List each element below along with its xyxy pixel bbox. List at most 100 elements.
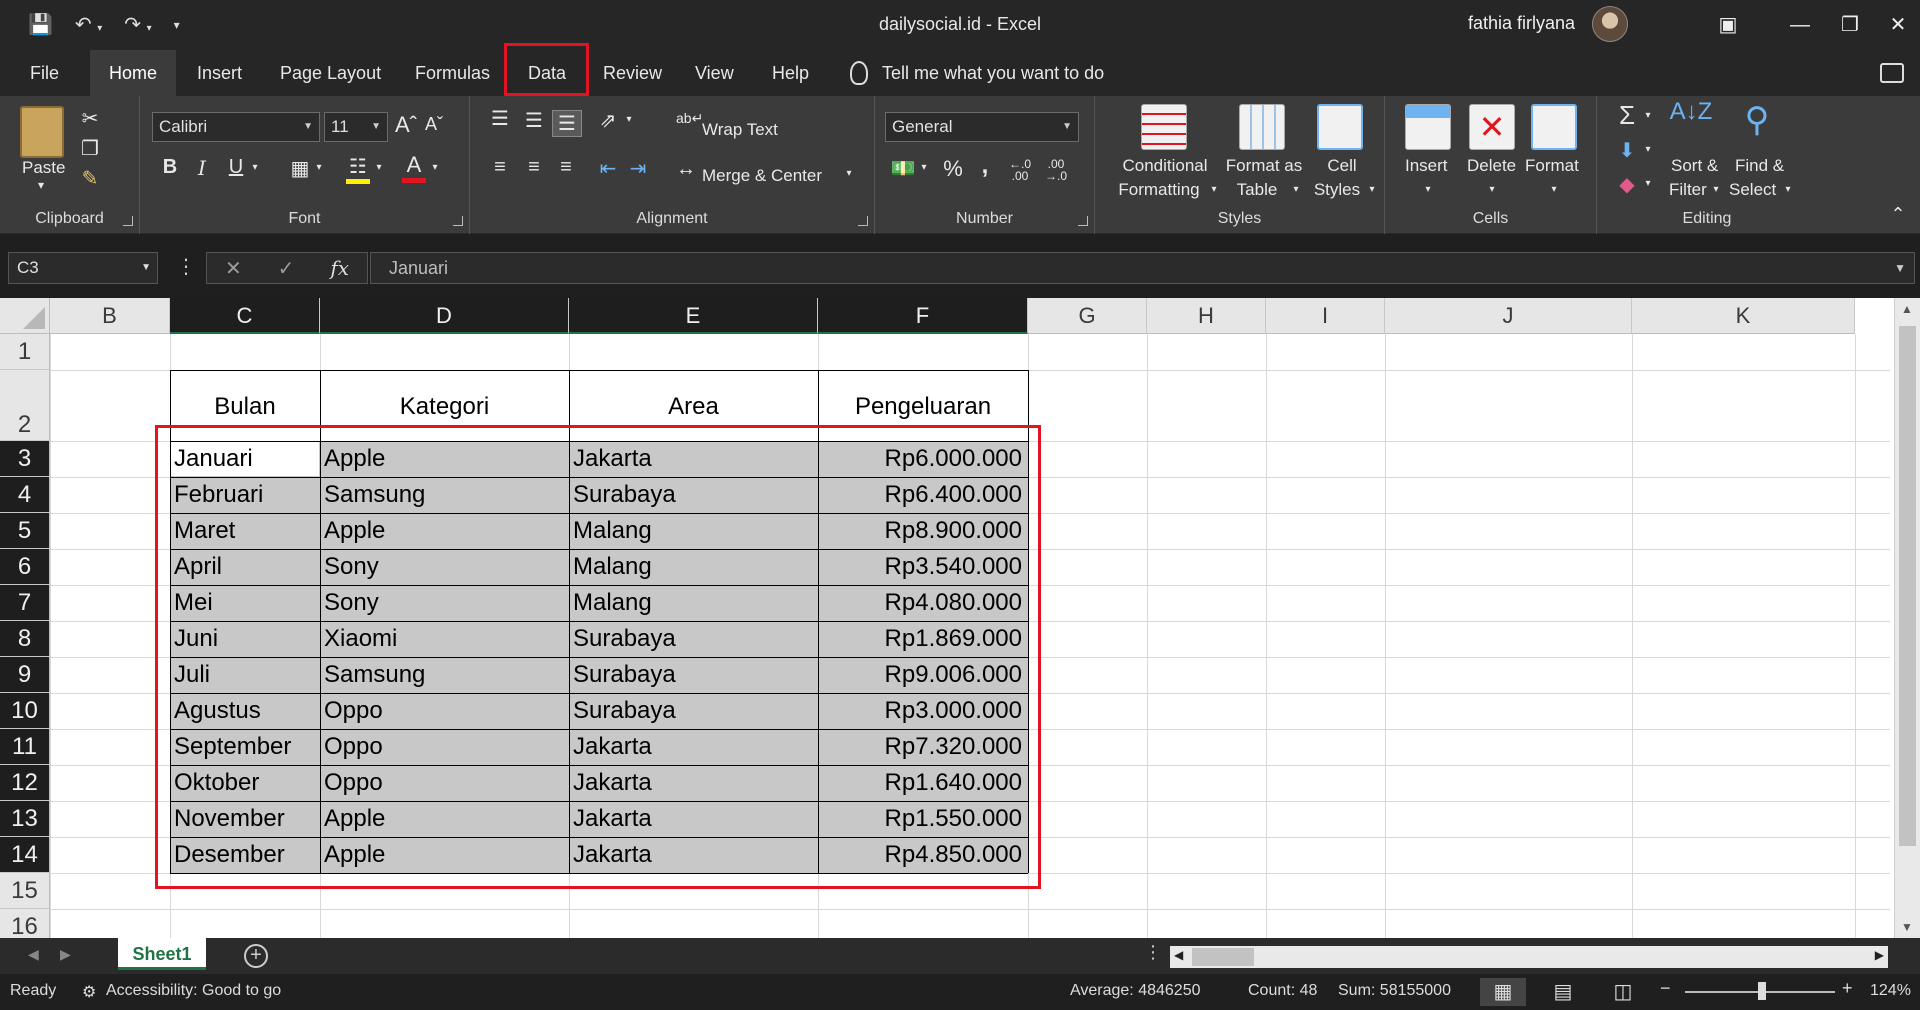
row-header-11[interactable]: 11 — [0, 729, 50, 765]
name-box[interactable]: C3 ▼ — [8, 252, 158, 284]
cell-styles-label-1[interactable]: Cell — [1317, 156, 1367, 176]
find-select-label-2[interactable]: Select — [1729, 180, 1776, 200]
orientation-icon[interactable]: ⇗ — [594, 108, 622, 133]
insert-dropdown-icon[interactable]: ▾ — [1421, 184, 1435, 195]
middle-align-icon[interactable]: ☰ — [520, 108, 548, 133]
fill-icon[interactable]: ⬇ — [1613, 138, 1641, 163]
fill-dropdown-icon[interactable]: ▾ — [372, 162, 386, 173]
merge-center-button[interactable]: Merge & Center — [702, 166, 822, 186]
column-header-h[interactable]: H — [1147, 298, 1266, 334]
autosum-icon[interactable]: Σ — [1613, 100, 1641, 131]
row-header-5[interactable]: 5 — [0, 513, 50, 549]
decrease-indent-icon[interactable]: ⇤ — [594, 156, 622, 181]
font-color-dropdown-icon[interactable]: ▾ — [428, 162, 442, 173]
font-family-select[interactable]: Calibri ▼ — [152, 112, 320, 142]
prev-sheet-icon[interactable]: ◀ — [28, 946, 39, 963]
format-table-dropdown-icon[interactable]: ▾ — [1289, 184, 1303, 195]
clipboard-launcher-icon[interactable] — [123, 216, 133, 226]
close-icon[interactable]: ✕ — [1876, 10, 1920, 40]
cell-styles-label-2[interactable]: Styles — [1309, 180, 1365, 200]
zoom-in-icon[interactable]: + — [1842, 978, 1853, 999]
increase-indent-icon[interactable]: ⇥ — [624, 156, 652, 181]
column-header-k[interactable]: K — [1632, 298, 1855, 334]
tab-help[interactable]: Help — [762, 50, 819, 96]
comma-style-button[interactable]: , — [975, 152, 995, 180]
scroll-right-icon[interactable]: ▶ — [1875, 948, 1884, 962]
row-header-1[interactable]: 1 — [0, 334, 50, 370]
tab-insert[interactable]: Insert — [187, 50, 252, 96]
table-header-cell[interactable]: Bulan — [170, 390, 320, 424]
table-header-cell[interactable]: Pengeluaran — [818, 390, 1028, 424]
restore-icon[interactable]: ❐ — [1828, 10, 1872, 40]
bold-button[interactable]: B — [158, 156, 182, 179]
next-sheet-icon[interactable]: ▶ — [60, 946, 71, 963]
row-header-3[interactable]: 3 — [0, 441, 50, 477]
sort-dropdown-icon[interactable]: ▾ — [1709, 184, 1723, 195]
cell-styles-dropdown-icon[interactable]: ▾ — [1365, 184, 1379, 195]
worksheet-grid[interactable]: BCDEFGHIJK 1 2 3 4 5 6 7 8 9 10 11 12 13 14 15 16 Bulan… — [0, 298, 1920, 938]
number-launcher-icon[interactable] — [1078, 216, 1088, 226]
ribbon-display-icon[interactable]: ▣ — [1706, 10, 1750, 40]
scroll-down-icon[interactable]: ▼ — [1901, 920, 1913, 934]
zoom-slider-thumb[interactable] — [1758, 982, 1766, 1000]
number-format-select[interactable]: General ▼ — [885, 112, 1079, 142]
add-sheet-icon[interactable]: + — [244, 944, 268, 968]
accounting-format-icon[interactable]: 💵 — [889, 156, 917, 181]
zoom-out-icon[interactable]: − — [1660, 978, 1671, 999]
column-header-e[interactable]: E — [569, 298, 818, 334]
normal-view-icon[interactable]: ▦ — [1480, 978, 1526, 1006]
avatar[interactable] — [1592, 6, 1628, 42]
clear-dropdown-icon[interactable]: ▾ — [1641, 178, 1655, 189]
row-header-16[interactable]: 16 — [0, 909, 50, 938]
find-select-label-1[interactable]: Find & — [1735, 156, 1784, 176]
alignment-launcher-icon[interactable] — [858, 216, 868, 226]
insert-function-icon[interactable]: fx — [330, 256, 349, 280]
column-header-g[interactable]: G — [1028, 298, 1147, 334]
delete-cells-button[interactable]: Delete — [1467, 156, 1516, 176]
clear-icon[interactable]: ◆ — [1613, 172, 1641, 197]
conditional-formatting-label-2[interactable]: Formatting — [1109, 180, 1209, 200]
shrink-font-icon[interactable]: Aˇ — [422, 114, 446, 135]
tell-me-search[interactable]: Tell me what you want to do — [850, 50, 1104, 96]
column-header-d[interactable]: D — [320, 298, 569, 334]
font-color-icon[interactable]: A — [402, 152, 426, 183]
horizontal-scrollbar[interactable]: ◀ ▶ — [1170, 946, 1888, 968]
row-header-13[interactable]: 13 — [0, 801, 50, 837]
row-header-10[interactable]: 10 — [0, 693, 50, 729]
row-header-6[interactable]: 6 — [0, 549, 50, 585]
vertical-scrollbar[interactable]: ▲ ▼ — [1894, 298, 1920, 938]
collapse-ribbon-icon[interactable]: ⌃ — [1886, 204, 1910, 225]
row-header-4[interactable]: 4 — [0, 477, 50, 513]
delete-dropdown-icon[interactable]: ▾ — [1485, 184, 1499, 195]
find-dropdown-icon[interactable]: ▾ — [1781, 184, 1795, 195]
align-left-icon[interactable]: ≡ — [486, 156, 514, 179]
paste-button[interactable]: Paste — [22, 158, 65, 178]
formula-input[interactable]: Januari ▼ — [370, 252, 1915, 284]
paste-icon[interactable] — [20, 106, 64, 158]
borders-icon[interactable]: ▦ — [288, 156, 312, 181]
conditional-formatting-label-1[interactable]: Conditional — [1115, 156, 1215, 176]
horizontal-scroll-thumb[interactable] — [1192, 948, 1254, 966]
underline-button[interactable]: U — [224, 156, 248, 179]
sort-filter-label-2[interactable]: Filter — [1669, 180, 1707, 200]
tab-page-layout[interactable]: Page Layout — [270, 50, 391, 96]
align-right-icon[interactable]: ≡ — [552, 156, 580, 179]
underline-dropdown-icon[interactable]: ▾ — [248, 162, 262, 173]
top-align-icon[interactable]: ☰ — [486, 106, 514, 131]
zoom-level[interactable]: 124% — [1870, 982, 1911, 1000]
page-break-view-icon[interactable]: ◫ — [1600, 978, 1646, 1006]
grow-font-icon[interactable]: Aˆ — [394, 112, 418, 138]
row-header-12[interactable]: 12 — [0, 765, 50, 801]
row-header-15[interactable]: 15 — [0, 873, 50, 909]
table-header-cell[interactable]: Kategori — [320, 390, 569, 424]
sort-filter-label-1[interactable]: Sort & — [1671, 156, 1718, 176]
tab-split-handle[interactable]: ⋮ — [1144, 942, 1162, 963]
format-as-table-label-2[interactable]: Table — [1219, 180, 1295, 200]
enter-icon[interactable]: ✓ — [278, 256, 295, 281]
row-header-9[interactable]: 9 — [0, 657, 50, 693]
select-all-corner[interactable] — [0, 298, 50, 334]
cancel-icon[interactable]: ✕ — [225, 256, 242, 281]
fill-dropdown-icon[interactable]: ▾ — [1641, 144, 1655, 155]
format-painter-icon[interactable]: ✎ — [78, 166, 102, 191]
column-header-b[interactable]: B — [50, 298, 170, 334]
